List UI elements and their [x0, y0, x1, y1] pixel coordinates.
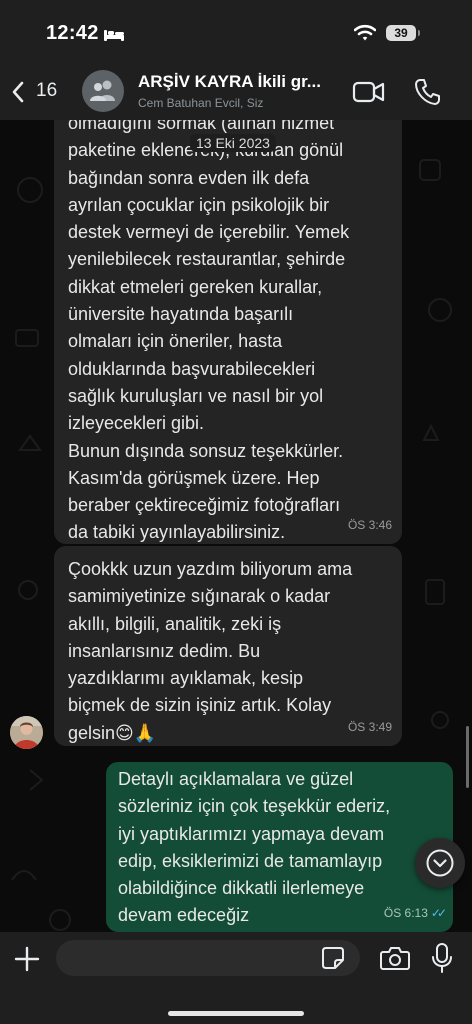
message-composer — [0, 932, 472, 1024]
sender-avatar[interactable] — [10, 716, 43, 749]
camera-icon[interactable] — [380, 945, 410, 971]
message-list[interactable]: olmadığını sormak (alınan hizmet paketin… — [0, 120, 472, 932]
read-receipt-icon: ✓✓ — [430, 905, 447, 920]
status-time: 12:42 — [46, 22, 99, 44]
home-indicator[interactable] — [168, 1011, 304, 1016]
message-text: Çookkk uzun yazdım biliyorum ama samimiy… — [68, 559, 353, 743]
video-camera-icon[interactable] — [352, 80, 386, 104]
chevron-down-icon — [426, 849, 454, 877]
message-time: ÖS 3:46 — [347, 517, 392, 532]
microphone-icon[interactable] — [431, 942, 453, 974]
message-bubble-incoming[interactable]: Çookkk uzun yazdım biliyorum ama samimiy… — [54, 546, 402, 746]
message-meta: ÖS 6:13 ✓✓ — [383, 900, 447, 927]
message-bubble-incoming[interactable]: olmadığını sormak (alınan hizmet paketin… — [54, 120, 402, 544]
message-time: ÖS 3:49 — [347, 719, 392, 734]
sender-photo — [10, 716, 43, 749]
scroll-to-bottom-button[interactable] — [415, 838, 465, 888]
chat-title[interactable]: ARŞİV KAYRA İkili gr... — [138, 72, 342, 92]
message-input[interactable] — [56, 940, 360, 976]
chevron-left-icon[interactable] — [10, 80, 26, 104]
scrollbar-thumb[interactable] — [466, 726, 469, 788]
message-bubble-outgoing[interactable]: Detaylı açıklamalara ve güzel sözleriniz… — [106, 762, 453, 932]
date-separator: 13 Eki 2023 — [190, 134, 276, 152]
chat-participants[interactable]: Cem Batuhan Evcil, Siz — [138, 96, 263, 110]
group-avatar[interactable] — [82, 70, 124, 112]
group-icon — [90, 80, 115, 101]
sticker-icon[interactable] — [321, 946, 345, 970]
status-bar: 12:42 39 — [0, 0, 472, 66]
message-time: ÖS 6:13 — [383, 905, 428, 920]
plus-icon[interactable] — [14, 946, 40, 972]
wifi-icon — [354, 24, 376, 41]
unread-count[interactable]: 16 — [36, 80, 57, 102]
sleep-focus-icon — [104, 30, 124, 41]
message-text: olmadığını sormak (alınan hizmet paketin… — [68, 120, 350, 543]
chat-header: 16 ARŞİV KAYRA İkili gr... Cem Batuhan E… — [0, 66, 472, 120]
battery-indicator: 39 — [386, 25, 420, 41]
phone-icon[interactable] — [414, 78, 440, 106]
